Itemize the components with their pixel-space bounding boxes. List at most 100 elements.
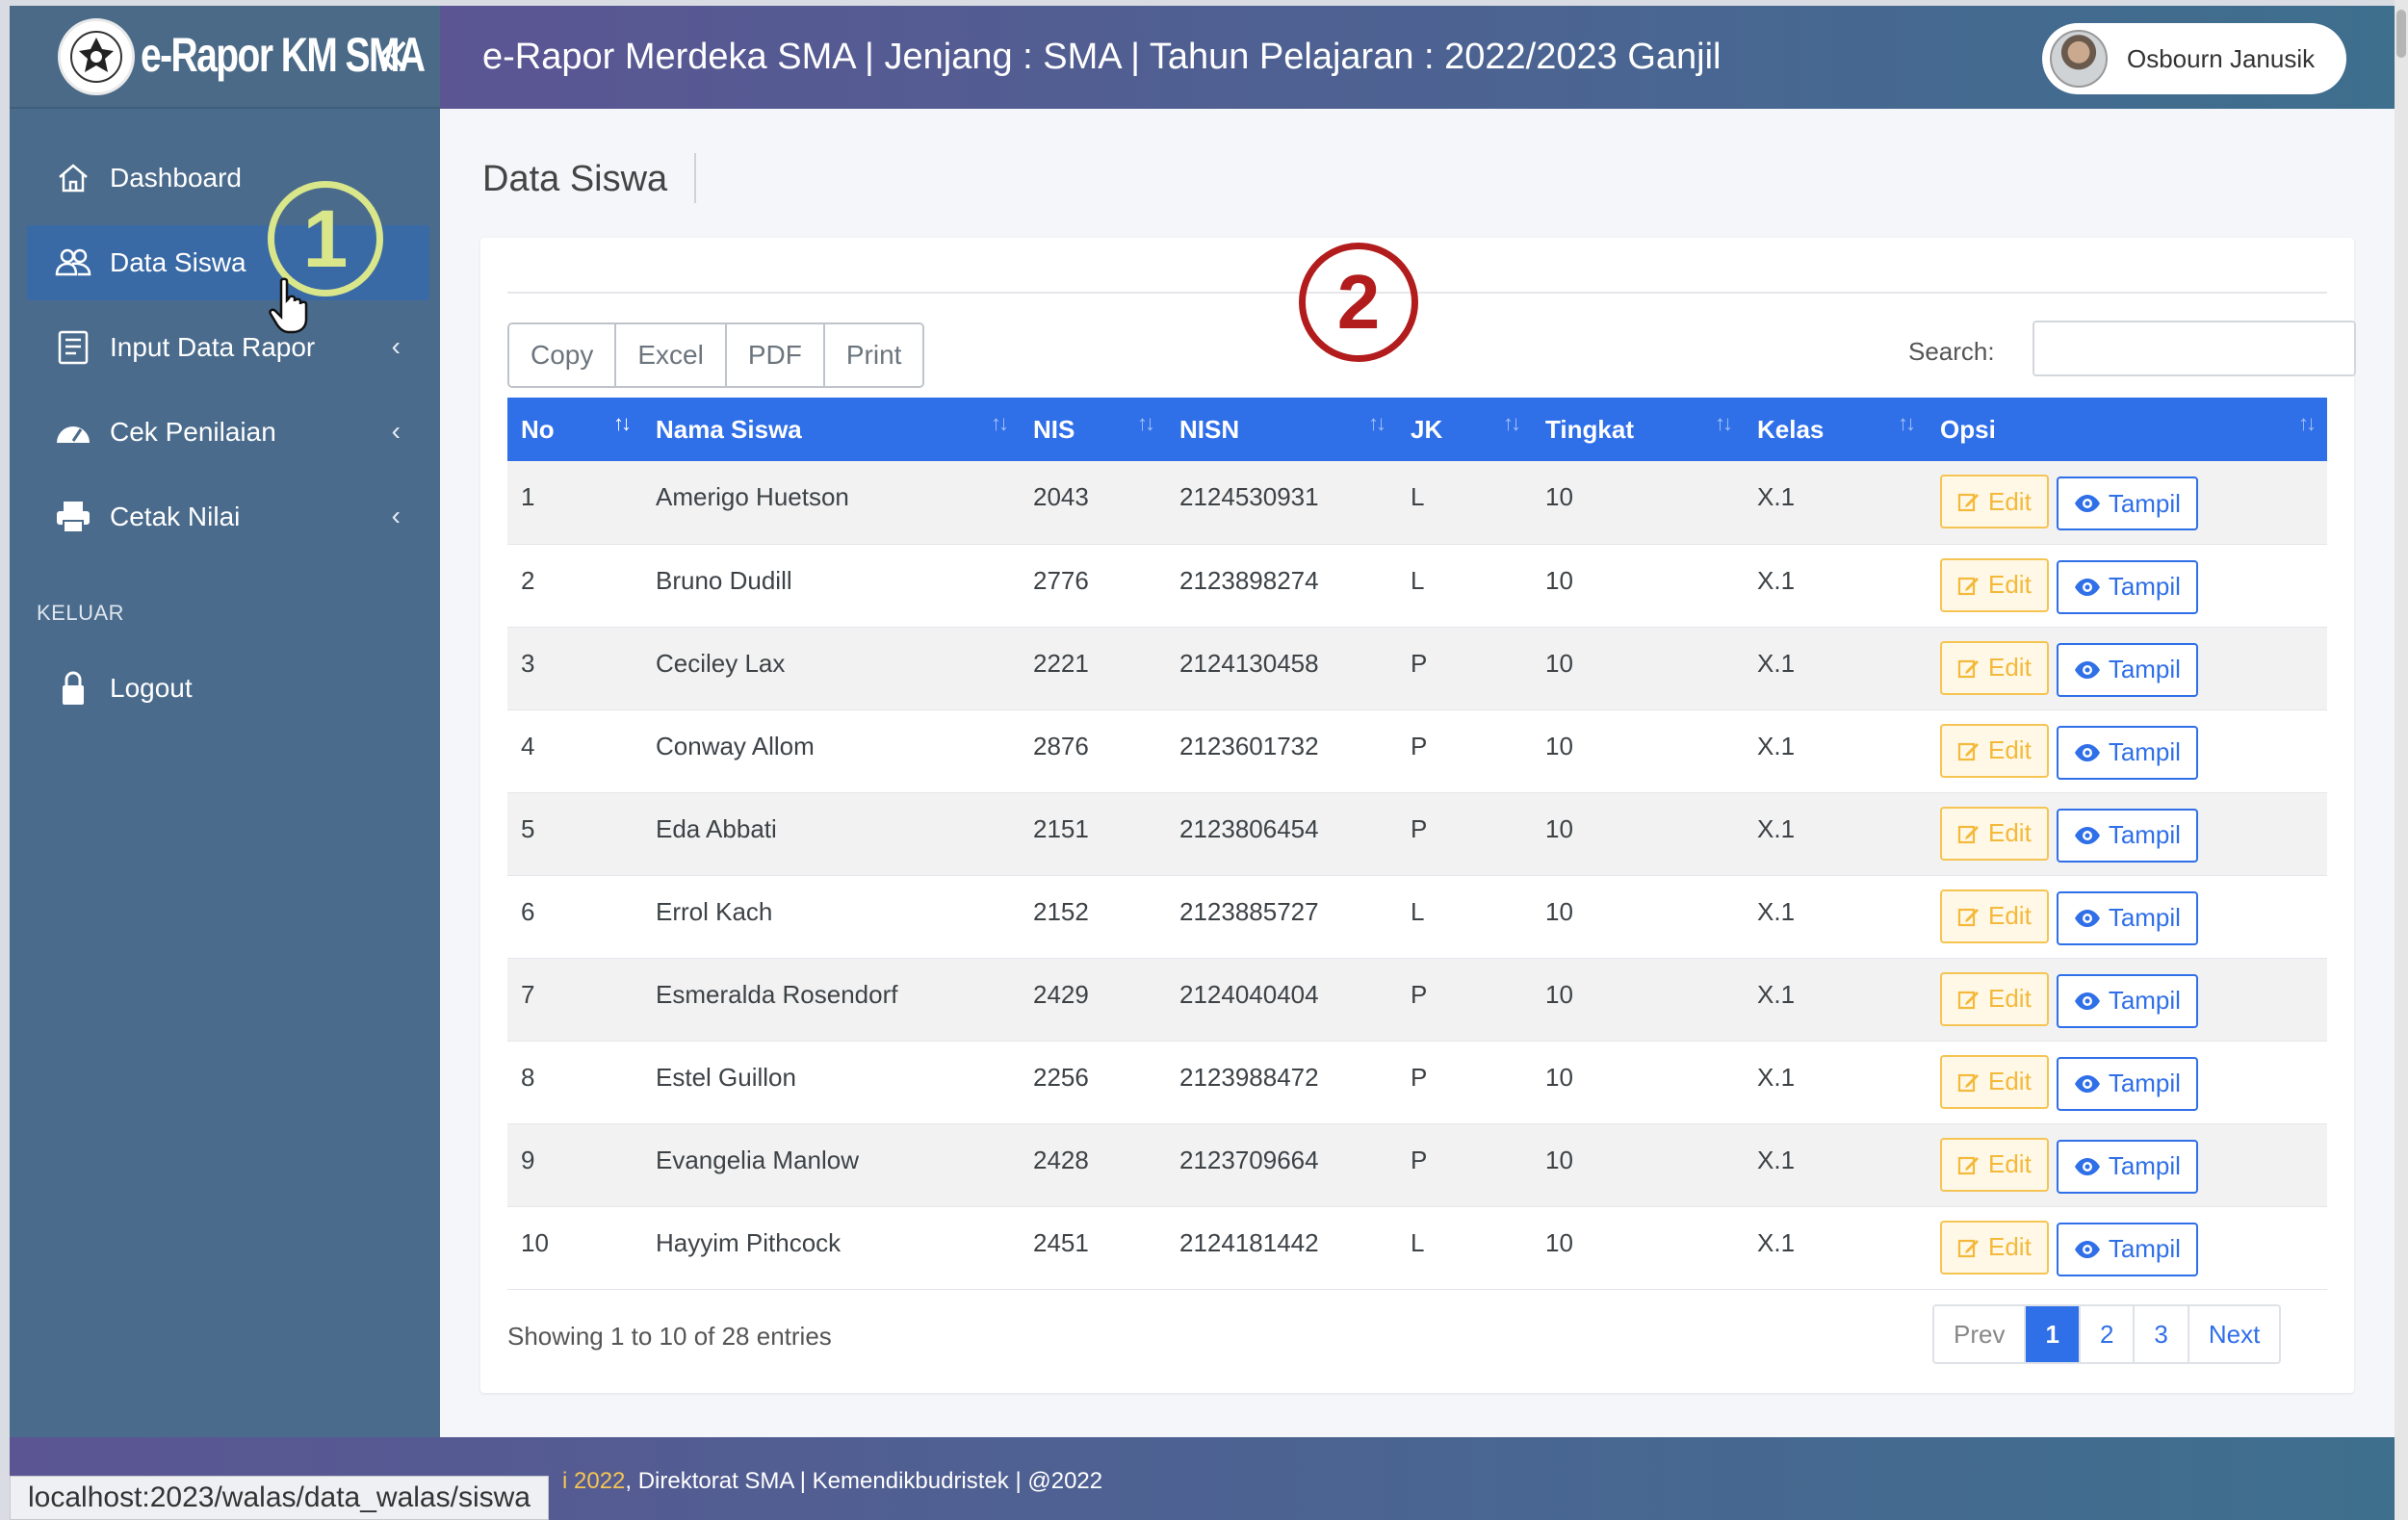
cell-no: 7 bbox=[521, 979, 535, 1009]
cell-no: 6 bbox=[521, 896, 535, 926]
sort-icon: ↑↓ bbox=[1503, 411, 1521, 435]
column-label: Nama Siswa bbox=[656, 414, 802, 444]
print-button[interactable]: Print bbox=[824, 324, 923, 386]
view-button[interactable]: Tampil bbox=[2056, 890, 2198, 945]
cell-kelas: X.1 bbox=[1757, 731, 1796, 760]
column-header-nis[interactable]: NIS ↑↓ bbox=[1020, 398, 1166, 461]
column-header-jk[interactable]: JK ↑↓ bbox=[1397, 398, 1532, 461]
view-button[interactable]: Tampil bbox=[2056, 808, 2198, 863]
view-button[interactable]: Tampil bbox=[2056, 1056, 2198, 1111]
edit-icon bbox=[1957, 988, 1981, 1011]
hand-cursor-icon bbox=[269, 277, 308, 334]
cell-nis: 2876 bbox=[1033, 731, 1089, 760]
column-label: NIS bbox=[1033, 414, 1075, 444]
edit-icon bbox=[1957, 739, 1981, 762]
cell-nisn: 2123709664 bbox=[1179, 1145, 1319, 1174]
cell-no: 10 bbox=[521, 1227, 549, 1257]
view-button[interactable]: Tampil bbox=[2056, 1139, 2198, 1194]
scrollbar-thumb[interactable] bbox=[2396, 10, 2406, 58]
cell-jk: P bbox=[1411, 731, 1428, 760]
tut-wuri-logo bbox=[58, 18, 135, 95]
edit-button[interactable]: Edit bbox=[1940, 557, 2049, 612]
lock-icon bbox=[54, 669, 92, 708]
sidebar-item-input-data-rapor[interactable]: Input Data Rapor ‹ bbox=[27, 310, 429, 385]
excel-button[interactable]: Excel bbox=[616, 324, 727, 386]
edit-icon bbox=[1957, 574, 1981, 597]
edit-label: Edit bbox=[1988, 570, 2032, 599]
search-input[interactable] bbox=[2033, 321, 2356, 376]
sidebar-item-cek-penilaian[interactable]: Cek Penilaian ‹ bbox=[27, 395, 429, 470]
page-button-2[interactable]: 2 bbox=[2080, 1306, 2136, 1362]
eye-icon bbox=[2074, 992, 2101, 1011]
sidebar-item-label: Input Data Rapor bbox=[110, 332, 316, 362]
column-header-nisn[interactable]: NISN ↑↓ bbox=[1166, 398, 1397, 461]
table-row: 1 Amerigo Huetson 2043 2124530931 L 10 X.1 Edit… bbox=[507, 461, 2327, 544]
view-button[interactable]: Tampil bbox=[2056, 642, 2198, 697]
edit-button[interactable]: Edit bbox=[1940, 1137, 2049, 1192]
sidebar-item-logout[interactable]: Logout bbox=[27, 651, 429, 726]
edit-button[interactable]: Edit bbox=[1940, 723, 2049, 778]
double-chevron-left-icon[interactable] bbox=[374, 35, 412, 77]
prev-page-button[interactable]: Prev bbox=[1934, 1306, 2027, 1362]
cell-opsi: Edit Tampil bbox=[1927, 875, 2327, 958]
edit-button[interactable]: Edit bbox=[1940, 806, 2049, 861]
view-label: Tampil bbox=[2108, 737, 2181, 766]
sidebar-section-header: KELUAR bbox=[37, 601, 125, 625]
cell-tingkat: 10 bbox=[1545, 1145, 1573, 1174]
copy-button[interactable]: Copy bbox=[509, 324, 617, 386]
view-button[interactable]: Tampil bbox=[2056, 559, 2198, 614]
sidebar-item-label: Dashboard bbox=[110, 163, 242, 193]
view-label: Tampil bbox=[2108, 1151, 2181, 1180]
cell-tingkat: 10 bbox=[1545, 482, 1573, 511]
next-page-button[interactable]: Next bbox=[2188, 1306, 2280, 1362]
user-name: Osbourn Janusik bbox=[2127, 43, 2316, 73]
edit-button[interactable]: Edit bbox=[1940, 1220, 2049, 1275]
edit-label: Edit bbox=[1988, 653, 2032, 682]
students-table: No ↑↓ Nama Siswa ↑↓ NIS ↑↓ NISN ↑↓ JK ↑↓ Ting… bbox=[507, 398, 2327, 1290]
title-divider bbox=[694, 153, 696, 203]
sidebar-item-cetak-nilai[interactable]: Cetak Nilai ‹ bbox=[27, 479, 429, 554]
sidebar-item-label: Cek Penilaian bbox=[110, 417, 276, 447]
view-label: Tampil bbox=[2108, 572, 2181, 601]
user-menu-button[interactable]: Osbourn Janusik bbox=[2042, 23, 2346, 94]
edit-button[interactable]: Edit bbox=[1940, 475, 2049, 528]
app-title: e-Rapor Merdeka SMA | Jenjang : SMA | Ta… bbox=[482, 37, 1722, 77]
sort-icon: ↑↓ bbox=[1137, 411, 1155, 435]
column-header-kelas[interactable]: Kelas ↑↓ bbox=[1744, 398, 1927, 461]
column-header-opsi[interactable]: Opsi ↑↓ bbox=[1927, 398, 2327, 461]
dashboard-gauge-icon bbox=[54, 413, 92, 451]
cell-tingkat: 10 bbox=[1545, 813, 1573, 843]
cell-opsi: Edit Tampil bbox=[1927, 461, 2327, 544]
cell-kelas: X.1 bbox=[1757, 648, 1796, 678]
column-header-nama-siswa[interactable]: Nama Siswa ↑↓ bbox=[642, 398, 1020, 461]
sidebar-item-label: Logout bbox=[110, 673, 193, 703]
cell-no: 5 bbox=[521, 813, 535, 843]
cell-opsi: Edit Tampil bbox=[1927, 709, 2327, 792]
edit-button[interactable]: Edit bbox=[1940, 1054, 2049, 1109]
cell-nis: 2451 bbox=[1033, 1227, 1089, 1257]
cell-nis: 2152 bbox=[1033, 896, 1089, 926]
page-button-1[interactable]: 1 bbox=[2026, 1306, 2081, 1362]
column-header-tingkat[interactable]: Tingkat ↑↓ bbox=[1532, 398, 1744, 461]
cell-nisn: 2123898274 bbox=[1179, 565, 1319, 595]
column-header-no[interactable]: No ↑↓ bbox=[507, 398, 642, 461]
edit-label: Edit bbox=[1988, 901, 2032, 930]
edit-button[interactable]: Edit bbox=[1940, 971, 2049, 1026]
page-button-3[interactable]: 3 bbox=[2135, 1306, 2189, 1362]
view-button[interactable]: Tampil bbox=[2056, 973, 2198, 1028]
view-button[interactable]: Tampil bbox=[2056, 725, 2198, 780]
sort-icon: ↑↓ bbox=[2298, 411, 2317, 435]
edit-button[interactable]: Edit bbox=[1940, 889, 2049, 943]
sort-icon: ↑↓ bbox=[1715, 411, 1733, 435]
view-label: Tampil bbox=[2108, 1234, 2181, 1263]
eye-icon bbox=[2074, 909, 2101, 928]
edit-button[interactable]: Edit bbox=[1940, 640, 2049, 695]
cell-kelas: X.1 bbox=[1757, 813, 1796, 843]
view-button[interactable]: Tampil bbox=[2056, 1222, 2198, 1276]
view-button[interactable]: Tampil bbox=[2056, 477, 2198, 530]
window-scrollbar[interactable] bbox=[2395, 0, 2408, 1520]
cell-jk: P bbox=[1411, 1062, 1428, 1092]
column-label: JK bbox=[1411, 414, 1443, 444]
pdf-button[interactable]: PDF bbox=[726, 324, 825, 386]
edit-icon bbox=[1957, 1070, 1981, 1094]
